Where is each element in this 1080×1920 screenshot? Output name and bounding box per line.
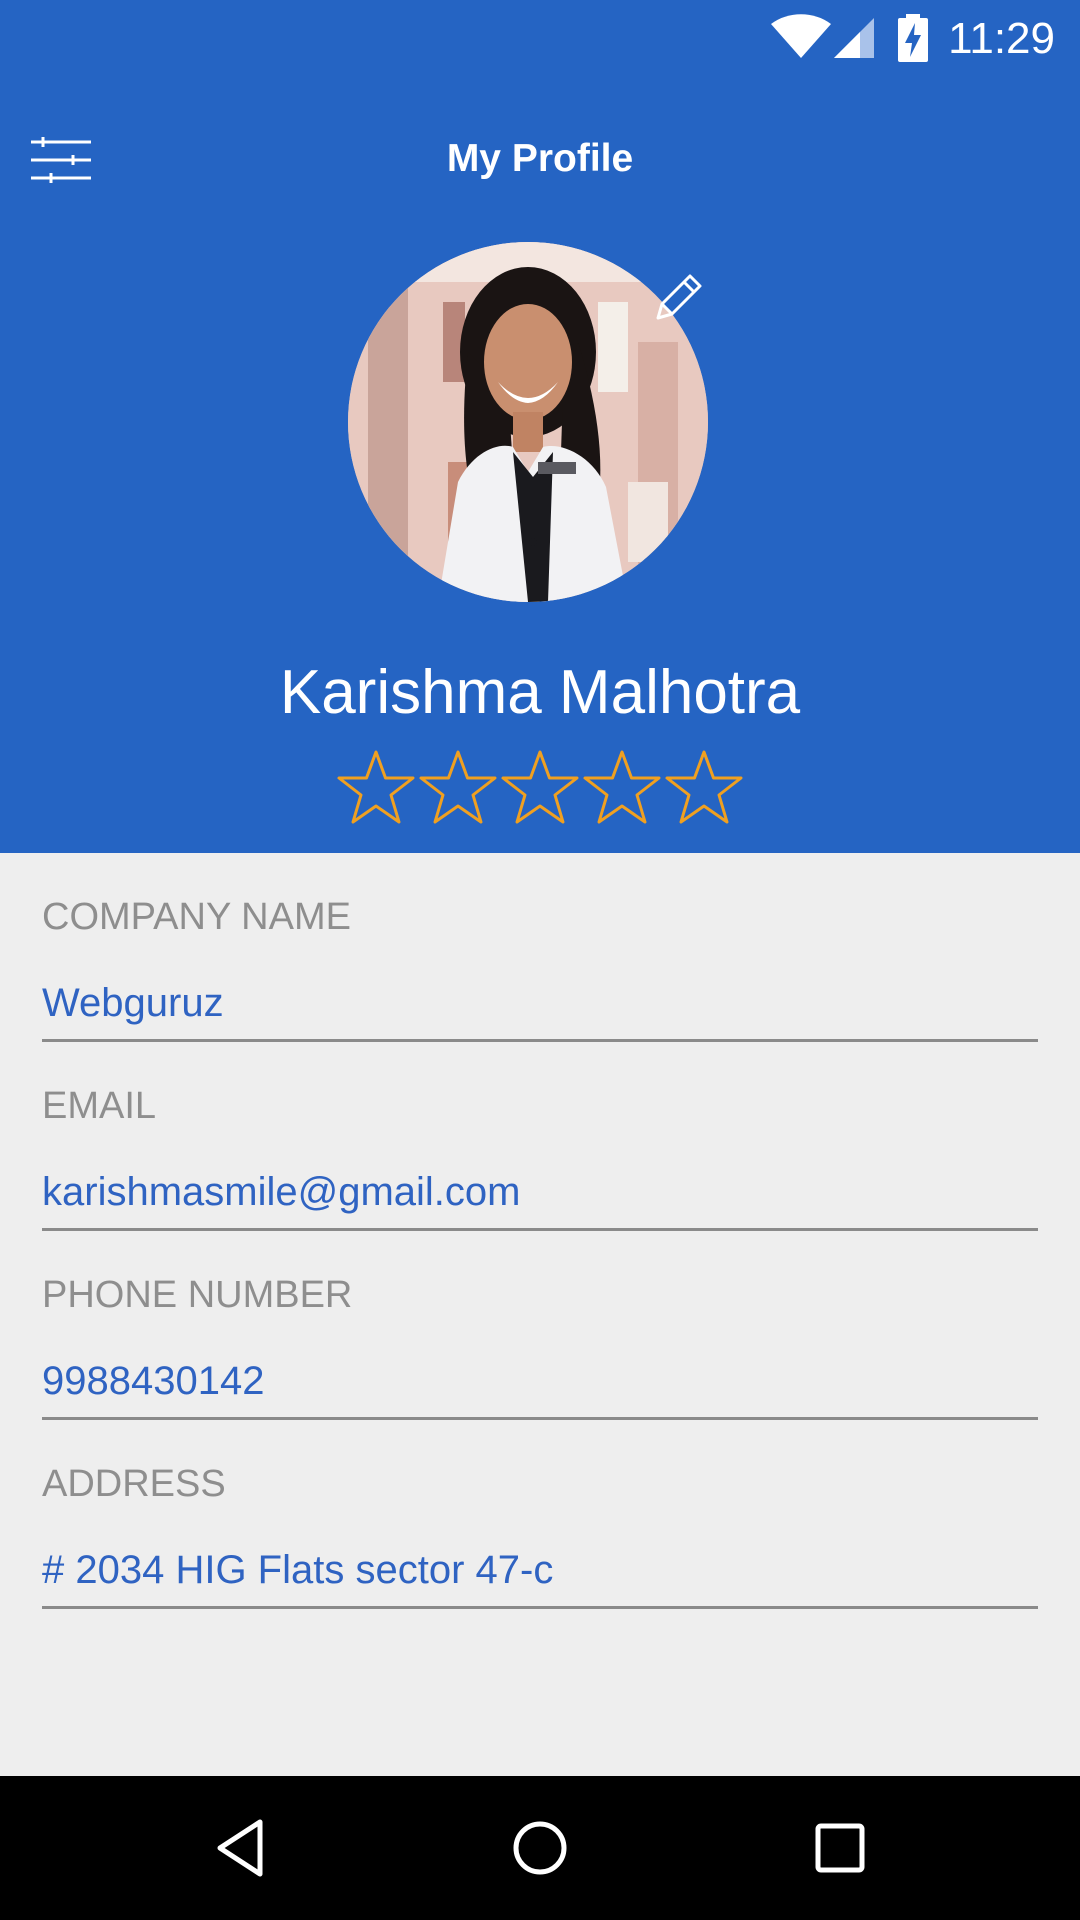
star-4-icon[interactable] bbox=[581, 748, 663, 828]
star-2-icon[interactable] bbox=[417, 748, 499, 828]
back-icon[interactable] bbox=[198, 1806, 282, 1890]
avatar-container bbox=[348, 242, 708, 602]
phone-number-input[interactable]: 9988430142 bbox=[42, 1356, 1038, 1406]
toolbar: My Profile bbox=[0, 100, 1080, 220]
star-3-icon[interactable] bbox=[499, 748, 581, 828]
status-time: 11:29 bbox=[948, 14, 1055, 63]
battery-charging-icon bbox=[897, 14, 929, 69]
page-title: My Profile bbox=[446, 137, 634, 180]
email-label: EMAIL bbox=[42, 1085, 157, 1127]
phone-number-field: PHONE NUMBER 9988430142 bbox=[42, 1231, 1038, 1420]
email-field: EMAIL karishmasmile@gmail.com bbox=[42, 1042, 1038, 1231]
rating-stars[interactable] bbox=[335, 748, 745, 828]
wifi-icon bbox=[770, 14, 832, 65]
phone-number-label: PHONE NUMBER bbox=[42, 1274, 353, 1316]
system-nav-bar bbox=[0, 1776, 1080, 1920]
company-name-label: COMPANY NAME bbox=[42, 896, 351, 938]
address-label: ADDRESS bbox=[42, 1463, 226, 1505]
company-name-field: COMPANY NAME Webguruz bbox=[42, 853, 1038, 1042]
profile-form: COMPANY NAME Webguruz EMAIL karishmasmil… bbox=[42, 853, 1038, 1609]
pencil-icon[interactable] bbox=[650, 270, 706, 326]
address-input[interactable]: # 2034 HIG Flats sector 47-c bbox=[42, 1545, 1038, 1595]
home-icon[interactable] bbox=[498, 1806, 582, 1890]
star-1-icon[interactable] bbox=[335, 748, 417, 828]
status-bar: 11:29 bbox=[0, 0, 1080, 78]
field-underline bbox=[42, 1606, 1038, 1609]
profile-header: 11:29 My Profile Karishma Malhotra bbox=[0, 0, 1080, 853]
cellular-signal-icon bbox=[832, 14, 876, 65]
address-field: ADDRESS # 2034 HIG Flats sector 47-c bbox=[42, 1420, 1038, 1609]
profile-name: Karishma Malhotra bbox=[279, 658, 801, 727]
star-5-icon[interactable] bbox=[663, 748, 745, 828]
profile-screen: 11:29 My Profile Karishma Malhotra COMPA… bbox=[0, 0, 1080, 1920]
company-name-input[interactable]: Webguruz bbox=[42, 978, 1038, 1028]
email-input[interactable]: karishmasmile@gmail.com bbox=[42, 1167, 1038, 1217]
recents-icon[interactable] bbox=[798, 1806, 882, 1890]
